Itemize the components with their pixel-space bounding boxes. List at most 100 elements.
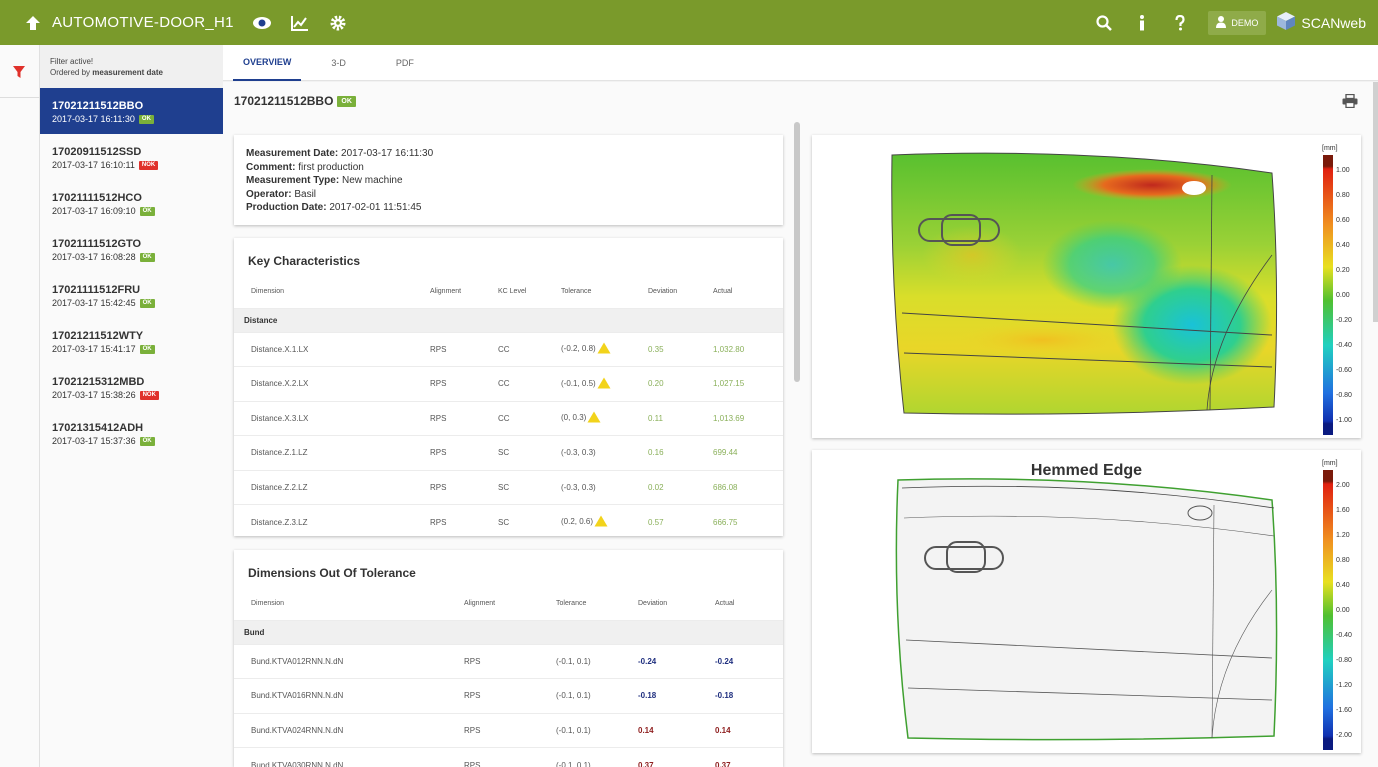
app-title: AUTOMOTIVE-DOOR_H1 [52,14,234,31]
kc-table-row[interactable]: Distance.X.2.LX RPS CC (-0.1, 0.5) 0.20 1,027… [234,366,783,401]
dot-cell-actual: 0.37 [715,747,783,767]
left-column-scrollbar[interactable] [794,122,800,382]
kc-title: Key Characteristics [248,254,361,268]
info-icon[interactable] [1132,13,1152,33]
kc-cell-dimension: Distance.Z.2.LZ [234,469,430,505]
kc-cell-actual: 1,027.15 [713,366,783,401]
kc-cell-tolerance: (0, 0.3) [561,400,648,436]
eye-icon[interactable] [252,13,272,33]
measurement-list-item[interactable]: 17021111512FRU 2017-03-17 15:42:45 OK [40,272,223,318]
measurement-list-item[interactable]: 17021111512GTO 2017-03-17 16:08:28 OK [40,226,223,272]
list-item-id: 17020911512SSD [52,146,142,158]
door-colormap-image[interactable] [812,135,1312,438]
legend-tick-label: 0.20 [1336,267,1350,274]
kc-cell-dimension: Distance.X.1.LX [234,331,430,367]
info-date-label: Measurement Date: [246,148,339,159]
print-icon[interactable] [1342,93,1358,113]
kc-table-row[interactable]: Distance.Z.3.LZ RPS SC (0.2, 0.6) 0.57 666.75 [234,504,783,539]
dot-cell-deviation: -0.24 [638,643,715,679]
kc-cell-alignment: RPS [430,435,498,470]
dot-table-row[interactable]: Bund.KTVA030RNN.N.dN RPS (-0.1, 0.1) 0.37 0.… [234,747,783,767]
kc-tolerance-value: (-0.2, 0.8) [561,344,596,354]
kc-cell-kclevel: SC [498,504,561,539]
legend-tick-label: -2.00 [1336,732,1352,739]
info-prod-label: Production Date: [246,202,327,213]
measurement-list-item[interactable]: 17021211512BBO 2017-03-17 16:11:30 OK [40,88,223,134]
kc-cell-tolerance: (0.2, 0.6) [561,504,648,539]
list-item-date: 2017-03-17 16:09:10 [52,206,136,216]
info-prod: 2017-02-01 11:51:45 [329,202,422,213]
kc-col-kclevel: KC Level [498,288,527,296]
kc-table-row[interactable]: Distance.Z.1.LZ RPS SC (-0.3, 0.3) 0.16 699.4… [234,435,783,470]
kc-cell-alignment: RPS [430,400,498,436]
kc-cell-actual: 1,032.80 [713,331,783,367]
legend-tick-label: -0.40 [1336,632,1352,639]
filter-icon[interactable] [12,65,26,84]
measurement-id: 17021211512BBO [234,94,334,108]
dot-col-deviation: Deviation [638,600,668,608]
measurement-list-item[interactable]: 17021215312MBD 2017-03-17 15:38:26 NOK [40,364,223,410]
tab-overview[interactable]: OVERVIEW [233,45,302,81]
dot-table-row[interactable]: Bund.KTVA024RNN.N.dN RPS (-0.1, 0.1) 0.14 0.… [234,712,783,748]
info-type: New machine [341,175,403,186]
ordered-by-field: measurement date [92,68,163,77]
dot-cell-actual: -0.24 [715,643,783,679]
kc-cell-kclevel: SC [498,469,561,505]
kc-tolerance-value: (0.2, 0.6) [561,517,594,527]
filter-status: Filter active! Ordered by measurement da… [40,45,223,88]
warning-icon [594,515,608,529]
dot-table-row[interactable]: Bund.KTVA016RNN.N.dN RPS (-0.1, 0.1) -0.18-… [234,678,783,713]
kc-table-row[interactable]: Distance.X.3.LX RPS CC (0, 0.3) 0.11 1,013.69 [234,400,783,436]
kc-cell-dimension: Distance.X.3.LX [234,400,430,436]
legend-tick-label: 0.00 [1336,292,1350,299]
legend-tick-label: 1.00 [1336,167,1350,174]
dot-title: Dimensions Out Of Tolerance [248,566,416,580]
kc-col-actual: Actual [713,288,733,296]
up-arrow-icon[interactable] [24,14,42,32]
kc-table-row[interactable]: Distance.Z.2.LZ RPS SC (-0.3, 0.3) 0.02 686.0… [234,469,783,505]
legend-tick-label: -1.20 [1336,682,1352,689]
list-item-date: 2017-03-17 16:08:28 [52,252,136,262]
list-item-status-badge: OK [139,252,155,262]
dot-group-row: Bund [234,619,783,644]
brand-logo: SCANweb [1276,11,1366,34]
dot-table-row[interactable]: Bund.KTVA012RNN.N.dN RPS (-0.1, 0.1) -0.24-… [234,643,783,679]
help-icon[interactable] [1170,13,1190,33]
measurement-list-item[interactable]: 17021315412ADH 2017-03-17 15:37:36 OK [40,410,223,456]
legend-tick-label: 2.00 [1336,482,1350,489]
kc-table-row[interactable]: Distance.X.1.LX RPS CC (-0.2, 0.8) 0.35 1,032… [234,331,783,367]
kc-cell-deviation: 0.11 [648,400,713,436]
chart-icon[interactable] [290,13,310,33]
legend-tick-label: -0.80 [1336,392,1352,399]
dot-table: Dimension Alignment Tolerance Deviation … [234,588,783,767]
legend-colorbar [1323,155,1333,435]
search-icon[interactable] [1094,13,1114,33]
measurement-info-card: Measurement Date: 2017-03-17 16:11:30 Co… [234,135,783,225]
legend-tick-label: 0.60 [1336,217,1350,224]
tab-3d[interactable]: 3-D [321,45,356,81]
page-scrollbar[interactable] [1373,82,1378,322]
kc-cell-kclevel: CC [498,366,561,401]
kc-col-tolerance: Tolerance [561,288,592,296]
legend-tick-label: 0.00 [1336,607,1350,614]
door-hemmed-edge-image[interactable] [812,450,1312,753]
gear-icon[interactable] [328,13,348,33]
dot-cell-alignment: RPS [464,712,556,748]
hemmed-legend-colorbar [1323,470,1333,750]
tab-pdf[interactable]: PDF [386,45,424,81]
dot-cell-dimension: Bund.KTVA016RNN.N.dN [234,678,464,713]
kc-cell-kclevel: SC [498,435,561,470]
kc-cell-actual: 686.08 [713,469,783,505]
list-item-status-badge: OK [139,436,155,446]
kc-cell-tolerance: (-0.1, 0.5) [561,366,648,401]
user-button[interactable]: DEMO [1208,10,1267,35]
measurement-list-item[interactable]: 17021211512WTY 2017-03-17 15:41:17 OK [40,318,223,364]
kc-cell-alignment: RPS [430,469,498,505]
overview-content: 17021211512BBO OK Measurement Date: 2017… [223,82,1378,767]
measurement-list-item[interactable]: 17021111512HCO 2017-03-17 16:09:10 OK [40,180,223,226]
user-name: DEMO [1231,17,1259,28]
measurement-header: 17021211512BBO OK [234,94,356,108]
list-item-id: 17021215312MBD [52,376,145,388]
measurement-list-item[interactable]: 17020911512SSD 2017-03-17 16:10:11 NOK [40,134,223,180]
kc-tolerance-value: (-0.3, 0.3) [561,448,596,458]
